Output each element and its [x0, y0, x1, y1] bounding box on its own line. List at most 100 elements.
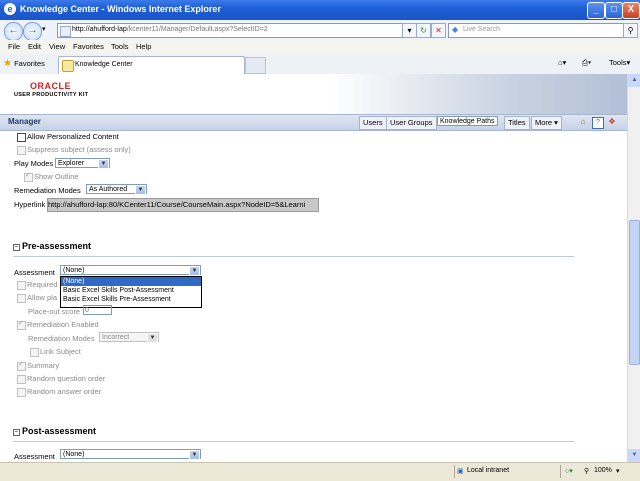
collapse-icon[interactable]: −: [13, 429, 20, 436]
maximize-button[interactable]: □: [605, 2, 623, 19]
pre-assessment-header[interactable]: − Pre-assessment: [13, 241, 91, 251]
protected-mode-icon[interactable]: ○▾: [565, 467, 573, 475]
random-question-checkbox[interactable]: [17, 375, 26, 384]
oracle-wordmark: ORACLE: [30, 81, 71, 91]
menu-view[interactable]: View: [49, 42, 65, 51]
product-name: USER PRODUCTIVITY KIT: [14, 92, 89, 98]
section-divider: [13, 256, 574, 257]
window-title: Knowledge Center - Windows Internet Expl…: [20, 4, 221, 14]
vertical-scrollbar[interactable]: ▲ ▼: [627, 74, 640, 462]
address-dropdown-icon[interactable]: ▾: [402, 23, 417, 38]
favorites-button[interactable]: ★ Favorites: [3, 57, 45, 71]
placeout-score-input[interactable]: 0: [83, 305, 112, 315]
menu-file[interactable]: File: [8, 42, 20, 51]
hyperlink-label: Hyperlink: [14, 200, 46, 209]
menu-tools[interactable]: Tools: [111, 42, 129, 51]
stop-icon[interactable]: ✕: [431, 23, 446, 38]
address-toolbar: ← → ▾ http://ahufford-lap/kcenter11/Mana…: [0, 20, 640, 41]
chevron-down-icon: ▼: [147, 333, 158, 343]
forward-button[interactable]: →: [23, 22, 42, 41]
remediation-enabled-checkbox[interactable]: [17, 319, 26, 330]
scroll-up-icon[interactable]: ▲: [628, 74, 640, 87]
play-modes-select[interactable]: Explorer ▼: [55, 158, 110, 169]
remediation-enabled-label: Remediation Enabled: [27, 320, 99, 329]
chevron-down-icon: ▼: [135, 185, 146, 195]
random-question-label: Random question order: [27, 374, 106, 383]
tab-knowledge-paths[interactable]: Knowledge Paths: [437, 116, 499, 126]
link-subject-checkbox[interactable]: [30, 348, 39, 357]
header-banner: [330, 74, 627, 114]
internet-explorer-icon: e: [4, 3, 16, 15]
zoom-icon: ⚲: [584, 468, 590, 475]
tools-menu[interactable]: Tools▾: [609, 58, 630, 67]
dropdown-option[interactable]: Basic Excel Skills Pre-Assessment: [61, 295, 201, 304]
security-zone: Local intranet: [467, 467, 510, 474]
recent-pages-dropdown-icon[interactable]: ▾: [42, 25, 46, 33]
tab-users[interactable]: Users: [359, 116, 387, 130]
summary-checkbox[interactable]: [17, 360, 26, 371]
allow-personalized-label: Allow Personalized Content: [27, 132, 119, 141]
dropdown-option[interactable]: (None): [61, 277, 201, 286]
allow-placeout-checkbox[interactable]: [17, 294, 26, 303]
minimize-button[interactable]: _: [587, 2, 605, 19]
address-bar[interactable]: http://ahufford-lap/kcenter11/Manager/De…: [57, 23, 413, 38]
scrollbar-thumb[interactable]: [629, 220, 640, 365]
post-assessment-header[interactable]: − Post-assessment: [13, 426, 96, 436]
search-go-icon[interactable]: ⚲: [623, 23, 638, 38]
link-subject-label: Link Subject: [40, 347, 81, 356]
collapse-icon[interactable]: −: [13, 244, 20, 251]
pre-remediation-modes-label: Remediation Modes: [28, 334, 95, 343]
tab-page-icon: [62, 60, 74, 72]
live-search-icon: ◆: [452, 25, 459, 34]
zoom-dropdown-icon[interactable]: ▾: [616, 467, 620, 475]
chevron-down-icon: ▼: [98, 159, 109, 169]
suppress-subject-checkbox[interactable]: [17, 146, 26, 155]
search-placeholder: Live Search: [463, 26, 500, 33]
new-tab-button[interactable]: [245, 57, 266, 74]
status-separator: [454, 465, 455, 478]
print-icon[interactable]: ⎙▾: [582, 58, 591, 68]
summary-label: Summary: [27, 361, 60, 370]
random-answer-checkbox[interactable]: [17, 388, 26, 397]
tab-more[interactable]: More ▾: [531, 116, 562, 130]
dropdown-option[interactable]: Basic Excel Skills Post-Assessment: [61, 286, 201, 295]
tab-user-groups[interactable]: User Groups: [386, 116, 437, 130]
menu-bar: File Edit View Favorites Tools Help: [0, 40, 640, 55]
required-checkbox[interactable]: [17, 281, 26, 290]
zoom-level[interactable]: 100%: [594, 467, 612, 474]
favorites-star-icon: ★: [3, 58, 12, 69]
search-input[interactable]: ◆ Live Search: [448, 23, 626, 38]
pre-assessment-dropdown-list: (None) Basic Excel Skills Post-Assessmen…: [60, 276, 202, 308]
scroll-down-icon[interactable]: ▼: [628, 449, 640, 462]
remediation-modes-select[interactable]: As Authored ▼: [86, 184, 147, 195]
pre-assessment-select[interactable]: (None) ▼: [60, 265, 201, 276]
hyperlink-field[interactable]: http://ahufford-lap:80/KCenter11/Course/…: [47, 198, 319, 212]
refresh-icon[interactable]: ↻: [416, 23, 431, 38]
url-host: http://ahufford-lap: [72, 26, 127, 33]
menu-help[interactable]: Help: [136, 42, 151, 51]
tab-titles[interactable]: Titles: [504, 116, 530, 130]
chevron-down-icon: ▼: [189, 450, 200, 460]
browser-tab-knowledge-center[interactable]: Knowledge Center: [58, 56, 245, 74]
post-assessment-select[interactable]: (None) ▼: [60, 449, 201, 460]
back-button[interactable]: ←: [4, 22, 23, 41]
logout-icon[interactable]: ❖: [607, 117, 617, 127]
home-icon[interactable]: ⌂: [578, 117, 588, 127]
page-icon: [60, 26, 71, 37]
show-outline-label: Show Outline: [34, 172, 79, 181]
home-icon[interactable]: ⌂▾: [558, 58, 566, 67]
play-modes-label: Play Modes: [14, 159, 54, 168]
manager-title: Manager: [8, 117, 41, 126]
close-button[interactable]: X: [622, 2, 640, 19]
remediation-modes-label: Remediation Modes: [14, 186, 81, 195]
help-icon[interactable]: ?: [592, 117, 604, 129]
pre-remediation-modes-select[interactable]: Incorrect ▼: [99, 332, 159, 343]
required-label: Required: [27, 280, 58, 289]
show-outline-checkbox[interactable]: [24, 171, 33, 182]
chevron-down-icon: ▼: [189, 266, 200, 276]
menu-favorites[interactable]: Favorites: [73, 42, 104, 51]
page-content: ORACLE USER PRODUCTIVITY KIT Manager Use…: [0, 74, 627, 462]
menu-edit[interactable]: Edit: [28, 42, 41, 51]
url-path: /kcenter11/Manager/Default.aspx?SelectID…: [126, 26, 268, 33]
allow-personalized-checkbox[interactable]: [17, 133, 26, 142]
